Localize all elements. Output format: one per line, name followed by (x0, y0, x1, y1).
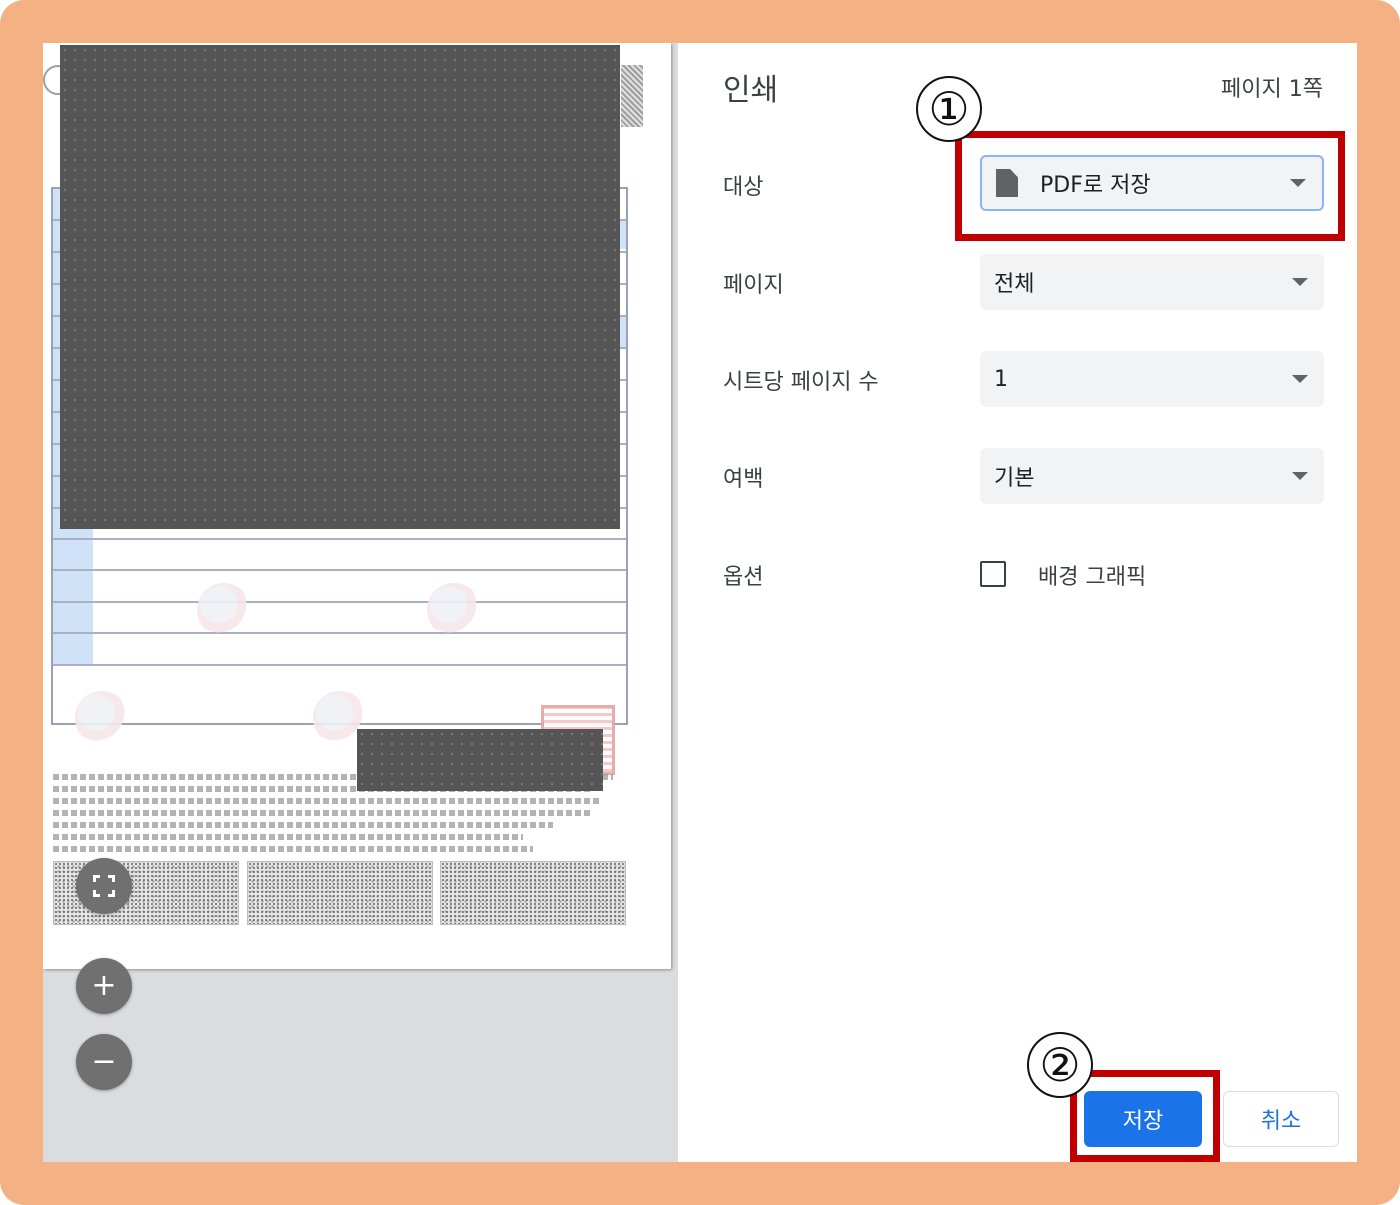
watermark-emblem (75, 691, 129, 745)
options-label: 옵션 (723, 565, 764, 590)
corner-code (621, 65, 643, 127)
plus-icon: + (91, 968, 117, 1003)
barcode-strip (247, 861, 433, 925)
margins-label: 여백 (723, 467, 764, 492)
pages-per-sheet-label: 시트당 페이지 수 (723, 370, 879, 395)
preview-page (43, 43, 671, 969)
minus-icon: − (91, 1044, 117, 1079)
pages-label: 페이지 (723, 273, 784, 298)
print-preview: + − (43, 43, 678, 1162)
barcode-strip (440, 861, 626, 925)
fit-to-page-icon (93, 875, 115, 897)
annotation-step-2: ② (1027, 1032, 1093, 1098)
pages-per-sheet-select[interactable]: 1 (980, 351, 1324, 407)
page-count: 페이지 1쪽 (1221, 77, 1323, 102)
zoom-out-button[interactable]: − (76, 1034, 132, 1090)
dropdown-arrow-icon (1292, 278, 1308, 286)
background-graphics-checkbox[interactable] (980, 561, 1006, 587)
pages-value: 전체 (994, 272, 1035, 297)
margins-select[interactable]: 기본 (980, 448, 1324, 504)
watermark-emblem (427, 583, 481, 637)
watermark-emblem (197, 583, 251, 637)
zoom-in-button[interactable]: + (76, 958, 132, 1014)
dropdown-arrow-icon (1292, 472, 1308, 480)
fit-to-page-button[interactable] (76, 858, 132, 914)
redacted-area (60, 45, 620, 529)
dialog-title: 인쇄 (723, 73, 779, 108)
cancel-button[interactable]: 취소 (1223, 1091, 1339, 1147)
pages-select[interactable]: 전체 (980, 254, 1324, 310)
redacted-area (357, 729, 603, 791)
annotation-box-save (1070, 1070, 1220, 1162)
margins-value: 기본 (994, 466, 1035, 491)
background-graphics-label[interactable]: 배경 그래픽 (1038, 559, 1146, 591)
annotation-box-destination (955, 131, 1345, 241)
pages-per-sheet-value: 1 (994, 366, 1008, 392)
annotation-step-1: ① (916, 76, 982, 142)
dropdown-arrow-icon (1292, 375, 1308, 383)
destination-label: 대상 (723, 175, 764, 200)
